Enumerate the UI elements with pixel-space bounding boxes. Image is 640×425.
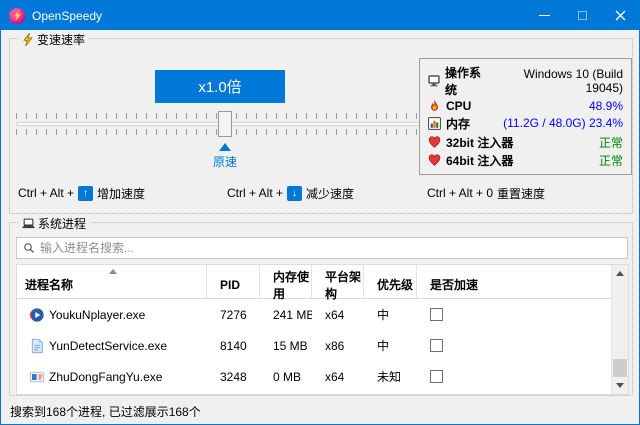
process-memory: 15 MB — [260, 339, 312, 353]
process-pid: 3248 — [207, 370, 260, 384]
status-bar: 搜索到168个进程, 已过滤展示168个 — [1, 398, 639, 424]
os-value: Windows 10 (Build 19045) — [494, 67, 623, 95]
header-process-name[interactable]: 进程名称 — [17, 265, 207, 298]
arrow-down-key-icon: ↓ — [287, 186, 302, 201]
hotkey-increase-label: 增加速度 — [97, 185, 145, 202]
process-arch: x86 — [312, 339, 364, 353]
os-info-row: 操作系统 Windows 10 (Build 19045) — [428, 64, 623, 98]
arrow-up-key-icon: ↑ — [78, 186, 93, 201]
close-button[interactable] — [601, 1, 639, 30]
header-memory[interactable]: 内存使用 — [260, 265, 312, 298]
header-arch[interactable]: 平台架构 — [312, 265, 364, 298]
process-arch: x64 — [312, 370, 364, 384]
process-table-header: 进程名称 PID 内存使用 平台架构 优先级 是否加速 — [17, 265, 611, 299]
system-info-panel: 操作系统 Windows 10 (Build 19045) CPU 48.9% … — [419, 58, 632, 175]
process-memory: 241 MB — [260, 308, 312, 322]
laptop-icon — [22, 218, 35, 230]
origin-speed-marker-icon — [219, 143, 231, 151]
flame-icon — [428, 100, 441, 113]
bar-chart-icon — [428, 117, 441, 130]
process-table: 进程名称 PID 内存使用 平台架构 优先级 是否加速 YoukuNplayer… — [16, 264, 629, 395]
search-icon — [23, 242, 35, 254]
system-process-legend: 系统进程 — [18, 215, 90, 232]
speed-rate-group: 变速速率 x1.0倍 原速 Ctrl + Alt + ↑ 增加速度 Ctrl +… — [9, 38, 633, 214]
process-priority: 中 — [364, 306, 417, 323]
window-title: OpenSpeedy — [32, 9, 102, 23]
openspeedy-window: OpenSpeedy 变速速率 x1.0倍 原速 Ctrl + Alt + ↑ … — [0, 0, 640, 425]
header-priority[interactable]: 优先级 — [364, 265, 417, 298]
origin-speed-label: 原速 — [200, 153, 250, 170]
header-pid[interactable]: PID — [207, 265, 260, 298]
accelerate-checkbox[interactable] — [430, 370, 443, 383]
speed-rate-title: 变速速率 — [37, 31, 85, 48]
scrollbar-thumb[interactable] — [613, 359, 627, 377]
hotkey-increase-speed: Ctrl + Alt + ↑ 增加速度 — [18, 185, 145, 201]
scroll-up-button[interactable] — [612, 265, 628, 282]
memory-info-row: 内存 (11.2G / 48.0G) 23.4% — [428, 115, 623, 132]
sort-ascending-icon — [109, 269, 117, 274]
table-scrollbar[interactable] — [611, 265, 628, 394]
hotkey-reset-prefix: Ctrl + Alt + 0 — [427, 186, 493, 200]
chevron-up-icon — [616, 271, 624, 276]
hotkey-decrease-speed: Ctrl + Alt + ↓ 减少速度 — [227, 185, 354, 201]
security-app-icon — [29, 369, 45, 385]
process-search-input[interactable] — [40, 241, 621, 255]
close-icon — [615, 10, 626, 21]
process-priority: 中 — [364, 337, 417, 354]
monitor-icon — [428, 74, 440, 87]
hotkey-decrease-label: 减少速度 — [306, 185, 354, 202]
injector64-info-row: 64bit 注入器 正常 — [428, 152, 623, 169]
scroll-down-button[interactable] — [612, 377, 628, 394]
speed-slider-thumb[interactable] — [218, 111, 232, 137]
title-bar: OpenSpeedy — [1, 1, 639, 30]
hotkey-reset-speed: Ctrl + Alt + 0 重置速度 — [427, 185, 545, 201]
hotkey-reset-label: 重置速度 — [497, 185, 545, 202]
process-pid: 7276 — [207, 308, 260, 322]
hotkey-decrease-prefix: Ctrl + Alt + — [227, 186, 283, 200]
injector64-label: 64bit 注入器 — [446, 152, 513, 169]
process-name: YoukuNplayer.exe — [49, 308, 145, 322]
cpu-info-row: CPU 48.9% — [428, 99, 623, 113]
process-name: ZhuDongFangYu.exe — [49, 370, 162, 384]
injector32-info-row: 32bit 注入器 正常 — [428, 134, 623, 151]
document-icon — [29, 338, 45, 354]
injector32-label: 32bit 注入器 — [446, 134, 513, 151]
process-memory: 0 MB — [260, 370, 312, 384]
chevron-down-icon — [616, 383, 624, 388]
lightning-icon — [22, 33, 34, 46]
header-accelerated[interactable]: 是否加速 — [417, 265, 611, 298]
cpu-value: 48.9% — [589, 99, 623, 113]
system-process-group: 系统进程 进程名称 PID 内存使用 平台架构 优先级 是否加速 — [9, 222, 633, 396]
process-priority: 未知 — [364, 368, 417, 385]
system-process-title: 系统进程 — [38, 215, 86, 232]
hotkey-increase-prefix: Ctrl + Alt + — [18, 186, 74, 200]
process-pid: 8140 — [207, 339, 260, 353]
table-row[interactable]: ZhuDongFangYu.exe 3248 0 MB x64 未知 — [17, 361, 611, 392]
process-table-body: YoukuNplayer.exe 7276 241 MB x64 中 YunDe… — [17, 299, 611, 394]
minimize-icon — [539, 15, 550, 16]
injector32-status: 正常 — [599, 134, 623, 151]
cpu-label: CPU — [446, 99, 471, 113]
os-label: 操作系统 — [445, 64, 489, 98]
maximize-button[interactable] — [563, 1, 601, 30]
app-logo-icon — [9, 8, 25, 24]
accelerate-checkbox[interactable] — [430, 339, 443, 352]
speed-rate-legend: 变速速率 — [18, 31, 89, 48]
heart-icon — [428, 136, 441, 149]
memory-label: 内存 — [446, 115, 470, 132]
heart-icon — [428, 154, 441, 167]
youku-player-icon — [29, 307, 45, 323]
accelerate-checkbox[interactable] — [430, 308, 443, 321]
memory-value: (11.2G / 48.0G) 23.4% — [503, 116, 623, 130]
status-text: 搜索到168个进程, 已过滤展示168个 — [10, 403, 201, 420]
process-arch: x64 — [312, 308, 364, 322]
minimize-button[interactable] — [525, 1, 563, 30]
table-row[interactable]: YunDetectService.exe 8140 15 MB x86 中 — [17, 330, 611, 361]
process-search-box — [16, 237, 628, 259]
speed-multiplier-button[interactable]: x1.0倍 — [155, 70, 285, 103]
process-name: YunDetectService.exe — [49, 339, 167, 353]
maximize-icon — [578, 11, 587, 20]
table-row[interactable]: YoukuNplayer.exe 7276 241 MB x64 中 — [17, 299, 611, 330]
injector64-status: 正常 — [599, 152, 623, 169]
